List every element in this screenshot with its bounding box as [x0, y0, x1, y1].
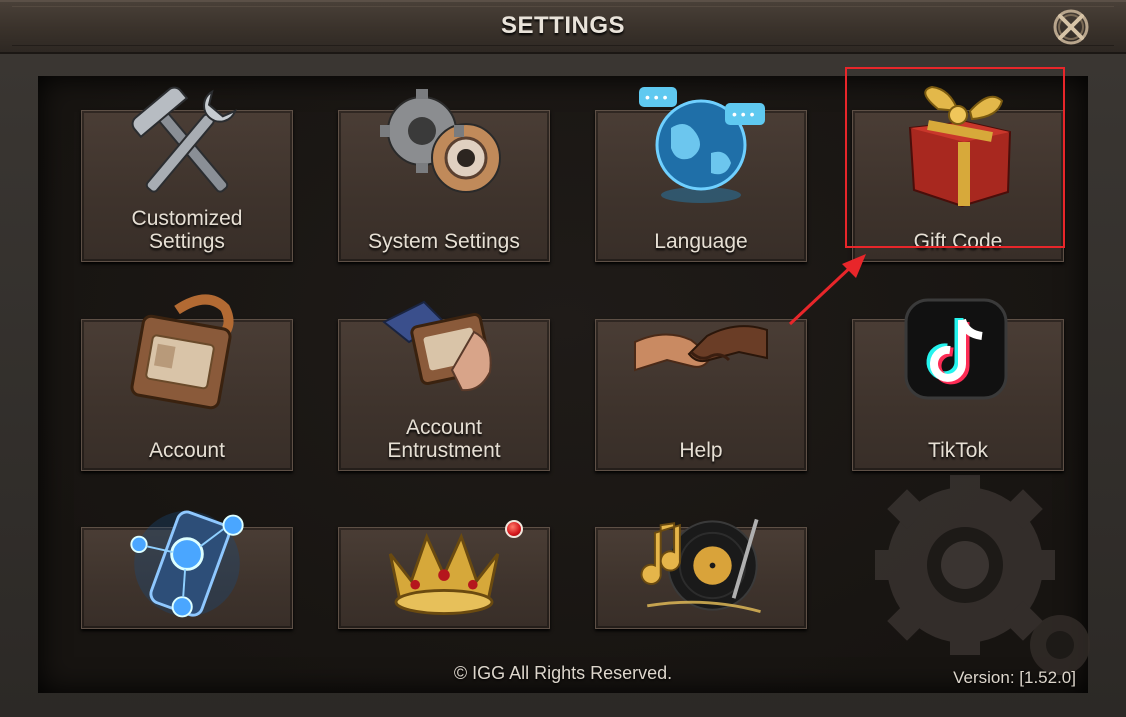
tile-label: Account Entrustment — [387, 416, 501, 462]
tile-account[interactable]: Account — [81, 294, 293, 471]
hammer-wrench-icon — [131, 86, 237, 193]
id-badge-icon — [130, 294, 234, 410]
version-text: Version: [1.52.0] — [953, 668, 1076, 687]
tile-account-entrustment[interactable]: Account Entrustment — [338, 300, 550, 471]
tile-system-settings[interactable]: System Settings — [338, 89, 550, 262]
tile-label: TikTok — [928, 439, 988, 462]
gift-box-icon — [908, 85, 1012, 208]
svg-text:• • •: • • • — [732, 106, 755, 122]
arrow-annotation-icon — [788, 254, 866, 326]
tile-music[interactable] — [595, 518, 807, 629]
tile-label: Customized Settings — [131, 207, 243, 253]
handshake-icon — [634, 325, 768, 372]
tiktok-icon — [904, 298, 1008, 400]
title-bar: SETTINGS — [0, 0, 1126, 54]
gears-icon — [380, 89, 501, 193]
globe-icon: • • • • • • — [639, 87, 765, 203]
hand-badge-icon — [382, 300, 492, 392]
tile-label: Language — [654, 230, 748, 253]
vinyl-record-icon — [640, 518, 761, 613]
tile-tiktok[interactable]: TikTok — [852, 298, 1064, 471]
close-button[interactable] — [1050, 6, 1092, 48]
tile-crown[interactable] — [338, 520, 550, 629]
crown-icon — [388, 532, 500, 615]
tile-contacts[interactable] — [81, 510, 293, 629]
tile-customized-settings[interactable]: Customized Settings — [81, 86, 293, 262]
svg-text:• • •: • • • — [645, 89, 668, 105]
tile-gift-code[interactable]: Gift Code — [852, 85, 1064, 262]
tile-label: Account — [149, 439, 225, 462]
phone-contacts-icon — [130, 510, 244, 618]
tile-label: Gift Code — [913, 230, 1003, 253]
tile-language[interactable]: • • • • • • Language — [595, 87, 807, 262]
notification-dot — [505, 520, 523, 538]
close-x-icon — [1053, 9, 1089, 45]
tile-label: System Settings — [368, 230, 520, 253]
tile-help[interactable]: Help — [595, 319, 807, 471]
tile-label: Help — [679, 439, 723, 462]
window-title: SETTINGS — [500, 12, 625, 39]
settings-window: SETTINGS Customized Settings System Sett… — [0, 0, 1126, 717]
